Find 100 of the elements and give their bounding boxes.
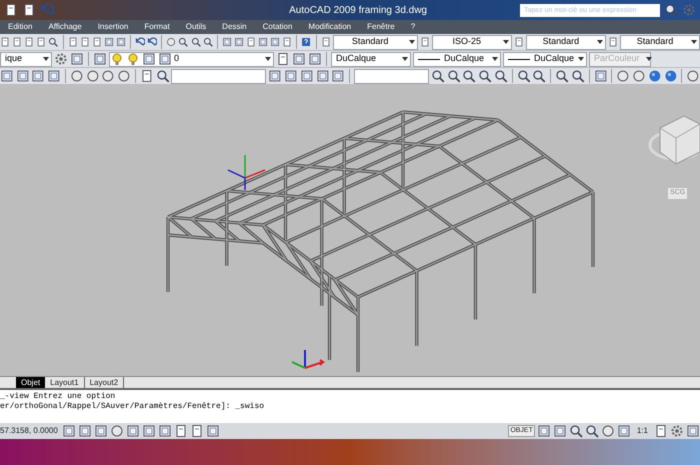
square-icon[interactable] [62,424,76,438]
square-icon[interactable] [284,69,298,83]
magnifier-icon[interactable] [532,69,546,83]
square-icon[interactable] [126,424,140,438]
bulb-icon[interactable] [110,52,124,66]
magnifier-icon[interactable] [570,69,585,83]
square-icon[interactable] [158,424,172,438]
layout-tab[interactable]: Objet [16,377,46,388]
square-icon[interactable] [16,69,30,83]
page-icon[interactable] [174,424,188,438]
circle-icon[interactable] [632,69,646,83]
style-dropdown[interactable]: Standard [620,34,700,50]
square-icon[interactable] [142,424,156,438]
layer-state-dropdown[interactable]: ique [0,52,52,66]
menu-item[interactable]: Cotation [262,21,292,33]
square-icon[interactable] [94,424,108,438]
square-icon[interactable] [616,424,631,438]
square-icon[interactable] [270,35,280,49]
circle-icon[interactable] [600,424,615,438]
magnifier-icon[interactable] [202,35,213,49]
page-icon[interactable] [24,35,34,49]
square-icon[interactable] [93,52,107,66]
square-icon[interactable] [300,69,314,83]
square-icon[interactable] [116,35,126,49]
magnifier-icon[interactable] [664,3,678,17]
circle-icon[interactable] [117,69,131,83]
page-icon[interactable] [246,35,256,49]
lineweight-dropdown[interactable]: DuCalque [503,52,587,66]
square-icon[interactable] [268,69,282,83]
magnifier-icon[interactable] [494,69,508,83]
square-icon[interactable] [552,424,567,438]
menu-item[interactable]: Insertion [98,21,128,33]
help-icon[interactable] [301,35,312,49]
magnifier-icon[interactable] [584,424,599,438]
circle-icon[interactable] [166,35,176,49]
annotation-scale[interactable]: 1:1 [632,425,652,437]
magnifier-icon[interactable] [446,69,460,83]
page-icon[interactable] [92,35,102,49]
magnifier-icon[interactable] [431,69,445,83]
circle-icon[interactable] [70,69,84,83]
square-icon[interactable] [686,424,700,438]
square-icon[interactable] [158,52,172,66]
magnifier-icon[interactable] [516,69,530,83]
magnifier-icon[interactable] [48,35,59,49]
circle-icon[interactable] [686,69,700,83]
page-icon[interactable] [12,35,22,49]
page-icon[interactable] [320,35,331,49]
square-icon[interactable] [0,69,14,83]
page-icon[interactable] [80,35,90,49]
menu-item[interactable]: Affichage [48,21,82,33]
square-icon[interactable] [331,69,346,83]
sphere-icon[interactable] [664,69,678,83]
page-icon[interactable] [514,35,524,49]
magnifier-icon[interactable] [555,69,569,83]
page-icon[interactable] [22,3,36,17]
square-icon[interactable] [292,52,306,66]
style-dropdown[interactable]: Standard [526,34,606,50]
menu-item[interactable]: Outils [186,21,206,33]
square-icon[interactable] [308,52,322,66]
page-icon[interactable] [0,35,10,49]
circle-icon[interactable] [86,69,100,83]
page-icon[interactable] [140,69,154,83]
square-icon[interactable] [104,35,114,49]
linetype-dropdown[interactable]: DuCalque [413,52,501,66]
bulb-icon[interactable] [126,52,140,66]
square-icon[interactable] [222,35,232,49]
menu-item[interactable]: Dessin [222,21,247,33]
gear-icon[interactable] [670,424,684,438]
circle-icon[interactable] [616,69,630,83]
magnifier-icon[interactable] [568,424,583,438]
page-icon[interactable] [276,52,290,66]
menu-item[interactable]: Edition [8,21,32,33]
magnifier-icon[interactable] [478,69,492,83]
magnifier-icon[interactable] [156,69,170,83]
color-dropdown[interactable]: DuCalque [331,52,411,66]
circle-icon[interactable] [101,69,116,83]
page-icon[interactable] [190,424,204,438]
style-dropdown[interactable]: Standard [332,34,418,50]
menu-item[interactable]: Format [144,21,170,33]
square-icon[interactable] [142,52,156,66]
square-icon[interactable] [206,424,220,438]
gear-icon[interactable] [54,52,68,66]
square-icon[interactable] [47,69,61,83]
square-icon[interactable] [78,424,92,438]
square-icon[interactable] [316,69,330,83]
square-icon[interactable] [31,69,46,83]
magnifier-icon[interactable] [462,69,476,83]
page-icon[interactable] [282,35,292,49]
page-icon[interactable] [654,424,668,438]
square-icon[interactable] [594,69,608,83]
circle-icon[interactable] [110,424,124,438]
style-dropdown[interactable]: ISO-25 [432,34,512,50]
page-icon[interactable] [608,35,618,49]
square-icon[interactable] [536,424,551,438]
layer-dropdown[interactable]: 0 [109,52,274,66]
page-icon[interactable] [420,35,430,49]
menu-item[interactable]: Fenêtre [367,21,395,33]
page-icon[interactable] [68,35,78,49]
magnifier-icon[interactable] [190,35,201,49]
page-icon[interactable] [4,3,18,17]
